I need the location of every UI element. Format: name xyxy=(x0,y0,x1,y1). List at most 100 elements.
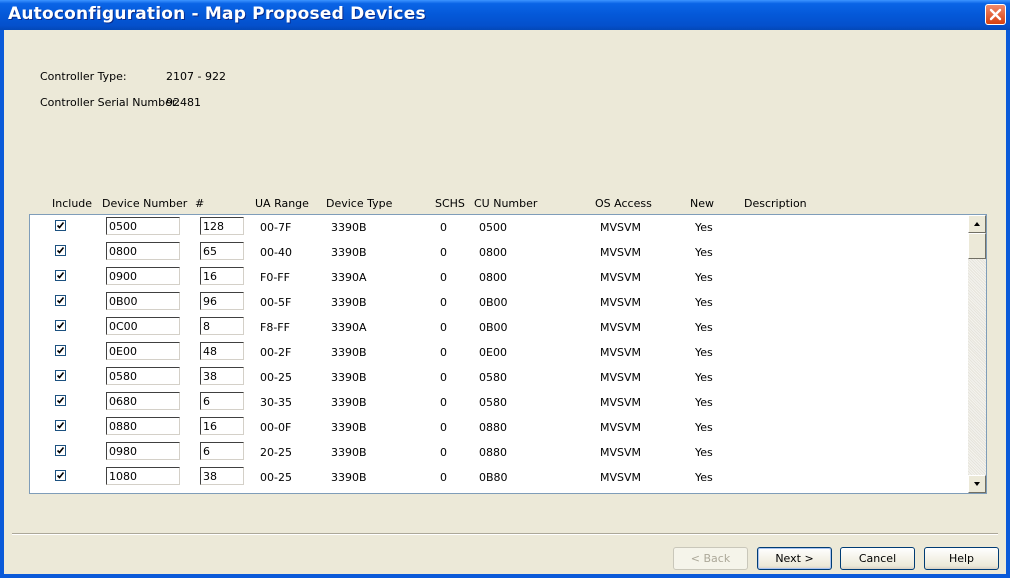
count-field[interactable]: 65 xyxy=(200,242,244,260)
os-access-cell: MVSVM xyxy=(600,321,642,334)
schs-cell: 0 xyxy=(440,371,447,384)
include-checkbox[interactable] xyxy=(55,270,66,281)
device-number-field[interactable]: 0C00 xyxy=(106,317,180,335)
controller-type-label: Controller Type: xyxy=(40,70,127,83)
close-button[interactable] xyxy=(985,4,1006,25)
include-checkbox[interactable] xyxy=(55,420,66,431)
header-count: # xyxy=(195,197,205,210)
ua-range-cell: 00-25 xyxy=(260,371,292,384)
os-access-cell: MVSVM xyxy=(600,371,642,384)
next-button[interactable]: Next > xyxy=(757,547,832,570)
cu-number-cell: 0880 xyxy=(479,421,507,434)
cu-number-cell: 0B00 xyxy=(479,296,508,309)
scroll-up-button[interactable] xyxy=(968,215,986,233)
ua-range-cell: 00-2F xyxy=(260,346,292,359)
header-description: Description xyxy=(744,197,807,210)
help-button[interactable]: Help xyxy=(924,547,999,570)
os-access-cell: MVSVM xyxy=(600,471,642,484)
title-bar[interactable]: Autoconfiguration - Map Proposed Devices xyxy=(0,0,1010,30)
count-field[interactable]: 38 xyxy=(200,467,244,485)
count-field[interactable]: 6 xyxy=(200,392,244,410)
device-number-field[interactable]: 0E00 xyxy=(106,342,180,360)
include-checkbox[interactable] xyxy=(55,445,66,456)
close-icon xyxy=(989,8,1002,21)
include-checkbox[interactable] xyxy=(55,295,66,306)
count-field[interactable]: 38 xyxy=(200,367,244,385)
schs-cell: 0 xyxy=(440,421,447,434)
header-cu-number: CU Number xyxy=(474,197,538,210)
cu-number-cell: 0580 xyxy=(479,396,507,409)
new-cell: Yes xyxy=(695,271,713,284)
device-type-cell: 3390B xyxy=(331,396,367,409)
ua-range-cell: 00-25 xyxy=(260,471,292,484)
ua-range-cell: 00-0F xyxy=(260,421,292,434)
serial-number-label: Controller Serial Number: xyxy=(40,96,180,109)
new-cell: Yes xyxy=(695,396,713,409)
include-checkbox[interactable] xyxy=(55,470,66,481)
device-number-field[interactable]: 0900 xyxy=(106,267,180,285)
device-number-field[interactable]: 1080 xyxy=(106,467,180,485)
device-number-field[interactable]: 0B00 xyxy=(106,292,180,310)
device-number-field[interactable]: 0580 xyxy=(106,367,180,385)
checkmark-icon xyxy=(56,222,65,229)
header-os-access: OS Access xyxy=(595,197,652,210)
table-row[interactable]: 1080 38 00-25 3390B 0 0B80 MVSVM Yes xyxy=(30,465,968,490)
arrow-up-icon xyxy=(974,222,980,226)
new-cell: Yes xyxy=(695,471,713,484)
os-access-cell: MVSVM xyxy=(600,246,642,259)
count-field[interactable]: 48 xyxy=(200,342,244,360)
device-type-cell: 3390B xyxy=(331,371,367,384)
include-checkbox[interactable] xyxy=(55,320,66,331)
count-field[interactable]: 16 xyxy=(200,417,244,435)
table-row[interactable]: 0E00 48 00-2F 3390B 0 0E00 MVSVM Yes xyxy=(30,340,968,365)
table-row[interactable]: 0C00 8 F8-FF 3390A 0 0B00 MVSVM Yes xyxy=(30,315,968,340)
table-row[interactable]: 0900 16 F0-FF 3390A 0 0800 MVSVM Yes xyxy=(30,265,968,290)
new-cell: Yes xyxy=(695,446,713,459)
cu-number-cell: 0800 xyxy=(479,271,507,284)
os-access-cell: MVSVM xyxy=(600,296,642,309)
include-checkbox[interactable] xyxy=(55,395,66,406)
table-row[interactable]: 0880 16 00-0F 3390B 0 0880 MVSVM Yes xyxy=(30,415,968,440)
table-row[interactable]: 0B00 96 00-5F 3390B 0 0B00 MVSVM Yes xyxy=(30,290,968,315)
back-button[interactable]: < Back xyxy=(673,547,748,570)
vertical-scrollbar[interactable] xyxy=(968,215,986,493)
cu-number-cell: 0B00 xyxy=(479,321,508,334)
checkmark-icon xyxy=(56,247,65,254)
include-checkbox[interactable] xyxy=(55,370,66,381)
new-cell: Yes xyxy=(695,321,713,334)
new-cell: Yes xyxy=(695,296,713,309)
table-row[interactable]: 0800 65 00-40 3390B 0 0800 MVSVM Yes xyxy=(30,240,968,265)
device-number-field[interactable]: 0500 xyxy=(106,217,180,235)
cu-number-cell: 0B80 xyxy=(479,471,508,484)
device-number-field[interactable]: 0680 xyxy=(106,392,180,410)
header-schs: SCHS xyxy=(435,197,465,210)
include-checkbox[interactable] xyxy=(55,220,66,231)
arrow-down-icon xyxy=(974,482,980,486)
count-field[interactable]: 8 xyxy=(200,317,244,335)
include-checkbox[interactable] xyxy=(55,245,66,256)
new-cell: Yes xyxy=(695,221,713,234)
scroll-thumb[interactable] xyxy=(968,233,986,259)
device-number-field[interactable]: 0800 xyxy=(106,242,180,260)
include-checkbox[interactable] xyxy=(55,345,66,356)
cancel-button[interactable]: Cancel xyxy=(840,547,915,570)
table-row[interactable]: 0580 38 00-25 3390B 0 0580 MVSVM Yes xyxy=(30,365,968,390)
count-field[interactable]: 16 xyxy=(200,267,244,285)
table-row[interactable]: 0980 6 20-25 3390B 0 0880 MVSVM Yes xyxy=(30,440,968,465)
scroll-down-button[interactable] xyxy=(968,475,986,493)
device-number-field[interactable]: 0880 xyxy=(106,417,180,435)
schs-cell: 0 xyxy=(440,321,447,334)
table-row[interactable]: 0680 6 30-35 3390B 0 0580 MVSVM Yes xyxy=(30,390,968,415)
header-ua-range: UA Range xyxy=(255,197,309,210)
os-access-cell: MVSVM xyxy=(600,271,642,284)
count-field[interactable]: 6 xyxy=(200,442,244,460)
table-row[interactable]: 0500 128 00-7F 3390B 0 0500 MVSVM Yes xyxy=(30,215,968,240)
count-field[interactable]: 128 xyxy=(200,217,244,235)
schs-cell: 0 xyxy=(440,221,447,234)
os-access-cell: MVSVM xyxy=(600,221,642,234)
count-field[interactable]: 96 xyxy=(200,292,244,310)
device-type-cell: 3390B xyxy=(331,446,367,459)
cu-number-cell: 0500 xyxy=(479,221,507,234)
separator xyxy=(12,533,998,535)
device-number-field[interactable]: 0980 xyxy=(106,442,180,460)
